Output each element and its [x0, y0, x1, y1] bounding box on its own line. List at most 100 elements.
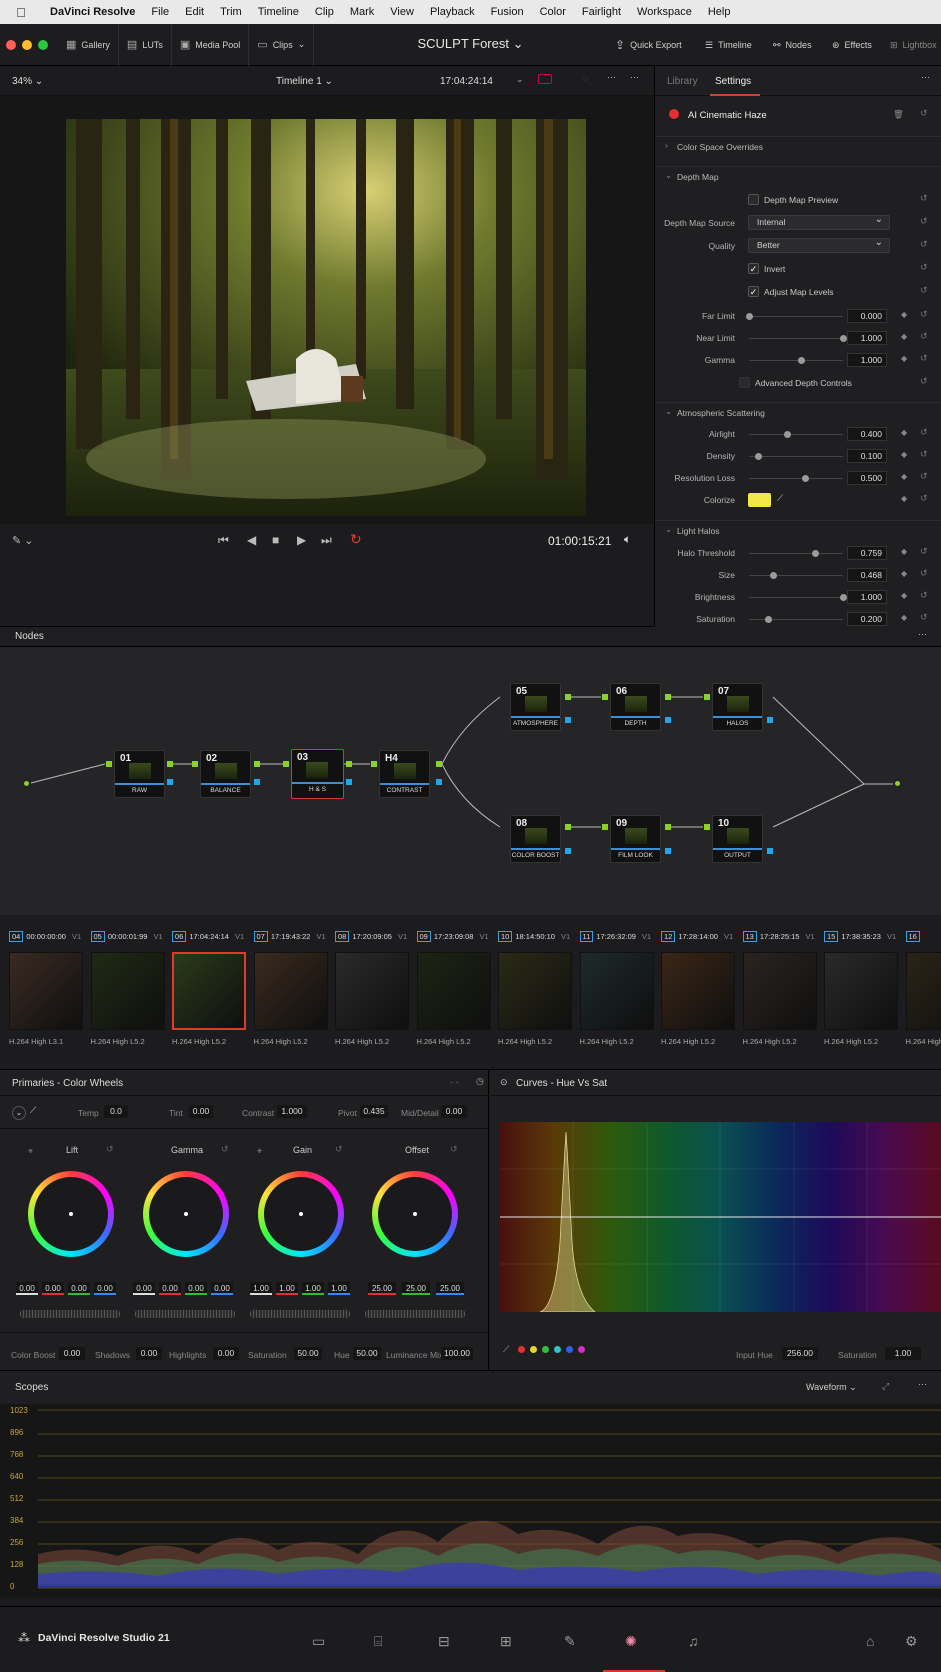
reset-icon[interactable]: ↺: [920, 239, 928, 250]
clip-thumbnail[interactable]: [661, 952, 735, 1030]
lift-y-value[interactable]: 0.00: [16, 1282, 38, 1295]
node-01[interactable]: 01 RAW: [114, 750, 165, 798]
reset-icon[interactable]: ↺: [106, 1144, 114, 1155]
node-key-pin[interactable]: [665, 717, 671, 723]
play-icon[interactable]: ▶: [297, 533, 306, 547]
offset-g-value[interactable]: 25.00: [402, 1282, 430, 1295]
reset-icon[interactable]: ↺: [450, 1144, 458, 1155]
node-input-pin[interactable]: [192, 761, 198, 767]
brightness-slider[interactable]: [749, 594, 847, 601]
depth-preview-checkbox[interactable]: [748, 194, 759, 205]
pivot-value[interactable]: 0.435: [360, 1105, 388, 1118]
reset-icon[interactable]: ↺: [920, 193, 928, 204]
slider-knob[interactable]: [840, 594, 847, 601]
density-value[interactable]: 0.100: [847, 449, 887, 463]
green-dot-button[interactable]: [542, 1346, 549, 1353]
section-depth-map[interactable]: ⌄ Depth Map: [655, 166, 941, 186]
more-options-icon[interactable]: ⋯: [918, 629, 927, 640]
keyframe-icon[interactable]: ◆: [901, 569, 907, 578]
reset-icon[interactable]: ↺: [920, 590, 928, 601]
reset-icon[interactable]: ↺: [920, 471, 928, 482]
menu-edit[interactable]: Edit: [177, 6, 212, 18]
keyframe-icon[interactable]: ◆: [901, 354, 907, 363]
deliver-page-icon[interactable]: ♫: [688, 1633, 699, 1649]
adjust-levels-checkbox[interactable]: ✓: [748, 286, 759, 297]
blue-dot-button[interactable]: [566, 1346, 573, 1353]
clip-thumbnail[interactable]: [335, 952, 409, 1030]
node-key-pin[interactable]: [565, 848, 571, 854]
trash-icon[interactable]: 🗑︎: [893, 109, 904, 120]
gamma-b-value[interactable]: 0.00: [211, 1282, 233, 1295]
lift-g-value[interactable]: 0.00: [68, 1282, 90, 1295]
colorize-swatch[interactable]: [748, 493, 771, 507]
clip-thumbnail[interactable]: [498, 952, 572, 1030]
edit-page-icon[interactable]: ⊟: [438, 1633, 450, 1650]
more-options-icon[interactable]: ⋯: [630, 72, 639, 83]
node-h4[interactable]: H4 CONTRAST: [379, 750, 430, 798]
hue-value[interactable]: 50.00: [353, 1347, 381, 1360]
quality-select[interactable]: Better: [748, 236, 890, 253]
node-graph[interactable]: 01 RAW 02 BALANCE 03 H & S H4 CONTRAST 05 ATM…: [0, 647, 941, 915]
menu-fairlight[interactable]: Fairlight: [574, 6, 629, 18]
clock-icon[interactable]: ◷: [476, 1076, 484, 1087]
reset-icon[interactable]: ↺: [920, 546, 928, 557]
clips-button[interactable]: ▭ Clips ⌄: [249, 23, 315, 66]
gain-wheel[interactable]: [258, 1171, 344, 1257]
viewer-mode-icon[interactable]: [538, 74, 552, 84]
gamma-r-value[interactable]: 0.00: [159, 1282, 181, 1295]
cut-page-icon[interactable]: ⌸: [374, 1633, 382, 1650]
node-key-pin[interactable]: [167, 779, 173, 785]
node-key-pin[interactable]: [436, 779, 442, 785]
highlights-value[interactable]: 0.00: [213, 1347, 239, 1360]
node-input-pin[interactable]: [371, 761, 377, 767]
airlight-slider[interactable]: [749, 431, 843, 438]
tab-library[interactable]: Library: [667, 76, 698, 87]
eyedropper-icon[interactable]: ⟋: [777, 493, 783, 504]
clip-thumbnail[interactable]: [824, 952, 898, 1030]
lift-wheel[interactable]: [28, 1171, 114, 1257]
gain-y-value[interactable]: 1.00: [250, 1282, 272, 1295]
more-options-icon[interactable]: ⋯: [921, 72, 930, 83]
menu-color[interactable]: Color: [532, 6, 574, 18]
section-light-halos[interactable]: ⌄ Light Halos: [655, 520, 941, 540]
saturation-value[interactable]: 50.00: [294, 1347, 322, 1360]
node-output-pin[interactable]: [665, 694, 671, 700]
curves-mode-icon[interactable]: ⊙: [500, 1077, 508, 1088]
crosshair-icon[interactable]: ⌖: [28, 1146, 33, 1157]
depth-source-select[interactable]: Internal: [748, 213, 890, 230]
size-value[interactable]: 0.468: [847, 568, 887, 582]
menu-trim[interactable]: Trim: [212, 6, 250, 18]
reset-icon[interactable]: ↺: [920, 285, 928, 296]
gear-icon[interactable]: ⚙: [905, 1633, 918, 1650]
node-output-pin[interactable]: [665, 824, 671, 830]
node-10[interactable]: 10 OUTPUT: [712, 815, 763, 863]
reset-icon[interactable]: ↺: [920, 309, 928, 320]
gallery-button[interactable]: ▦ Gallery: [58, 23, 119, 66]
curves-saturation-value[interactable]: 1.00: [885, 1347, 921, 1360]
clip-thumbnail[interactable]: [9, 952, 83, 1030]
reset-icon[interactable]: ↺: [920, 262, 928, 273]
keyframe-icon[interactable]: ◆: [901, 494, 907, 503]
clip-thumbnail[interactable]: [416, 952, 491, 1030]
output-node[interactable]: [893, 779, 902, 788]
invert-checkbox[interactable]: ✓: [748, 263, 759, 274]
volume-icon[interactable]: 🔈︎: [624, 532, 631, 547]
close-window-button[interactable]: [6, 39, 16, 50]
saturation-value[interactable]: 0.200: [847, 612, 887, 626]
offset-b-value[interactable]: 25.00: [436, 1282, 464, 1295]
far-limit-slider[interactable]: [746, 313, 843, 320]
slider-knob[interactable]: [764, 616, 772, 623]
slider-knob[interactable]: [746, 313, 753, 320]
keyframe-icon[interactable]: ◆: [901, 591, 907, 600]
apple-icon[interactable]: : [0, 5, 42, 20]
clip-thumbnail[interactable]: [905, 952, 941, 1030]
gamma-g-value[interactable]: 0.00: [185, 1282, 207, 1295]
gain-r-value[interactable]: 1.00: [276, 1282, 298, 1295]
input-hue-value[interactable]: 256.00: [782, 1347, 818, 1360]
size-slider[interactable]: [749, 572, 843, 579]
effects-button[interactable]: ⊛ Effects: [832, 24, 872, 66]
stop-icon[interactable]: ■: [272, 533, 279, 547]
node-output-pin[interactable]: [565, 824, 571, 830]
keyframe-icon[interactable]: ◆: [901, 450, 907, 459]
menu-app[interactable]: DaVinci Resolve: [42, 6, 143, 18]
